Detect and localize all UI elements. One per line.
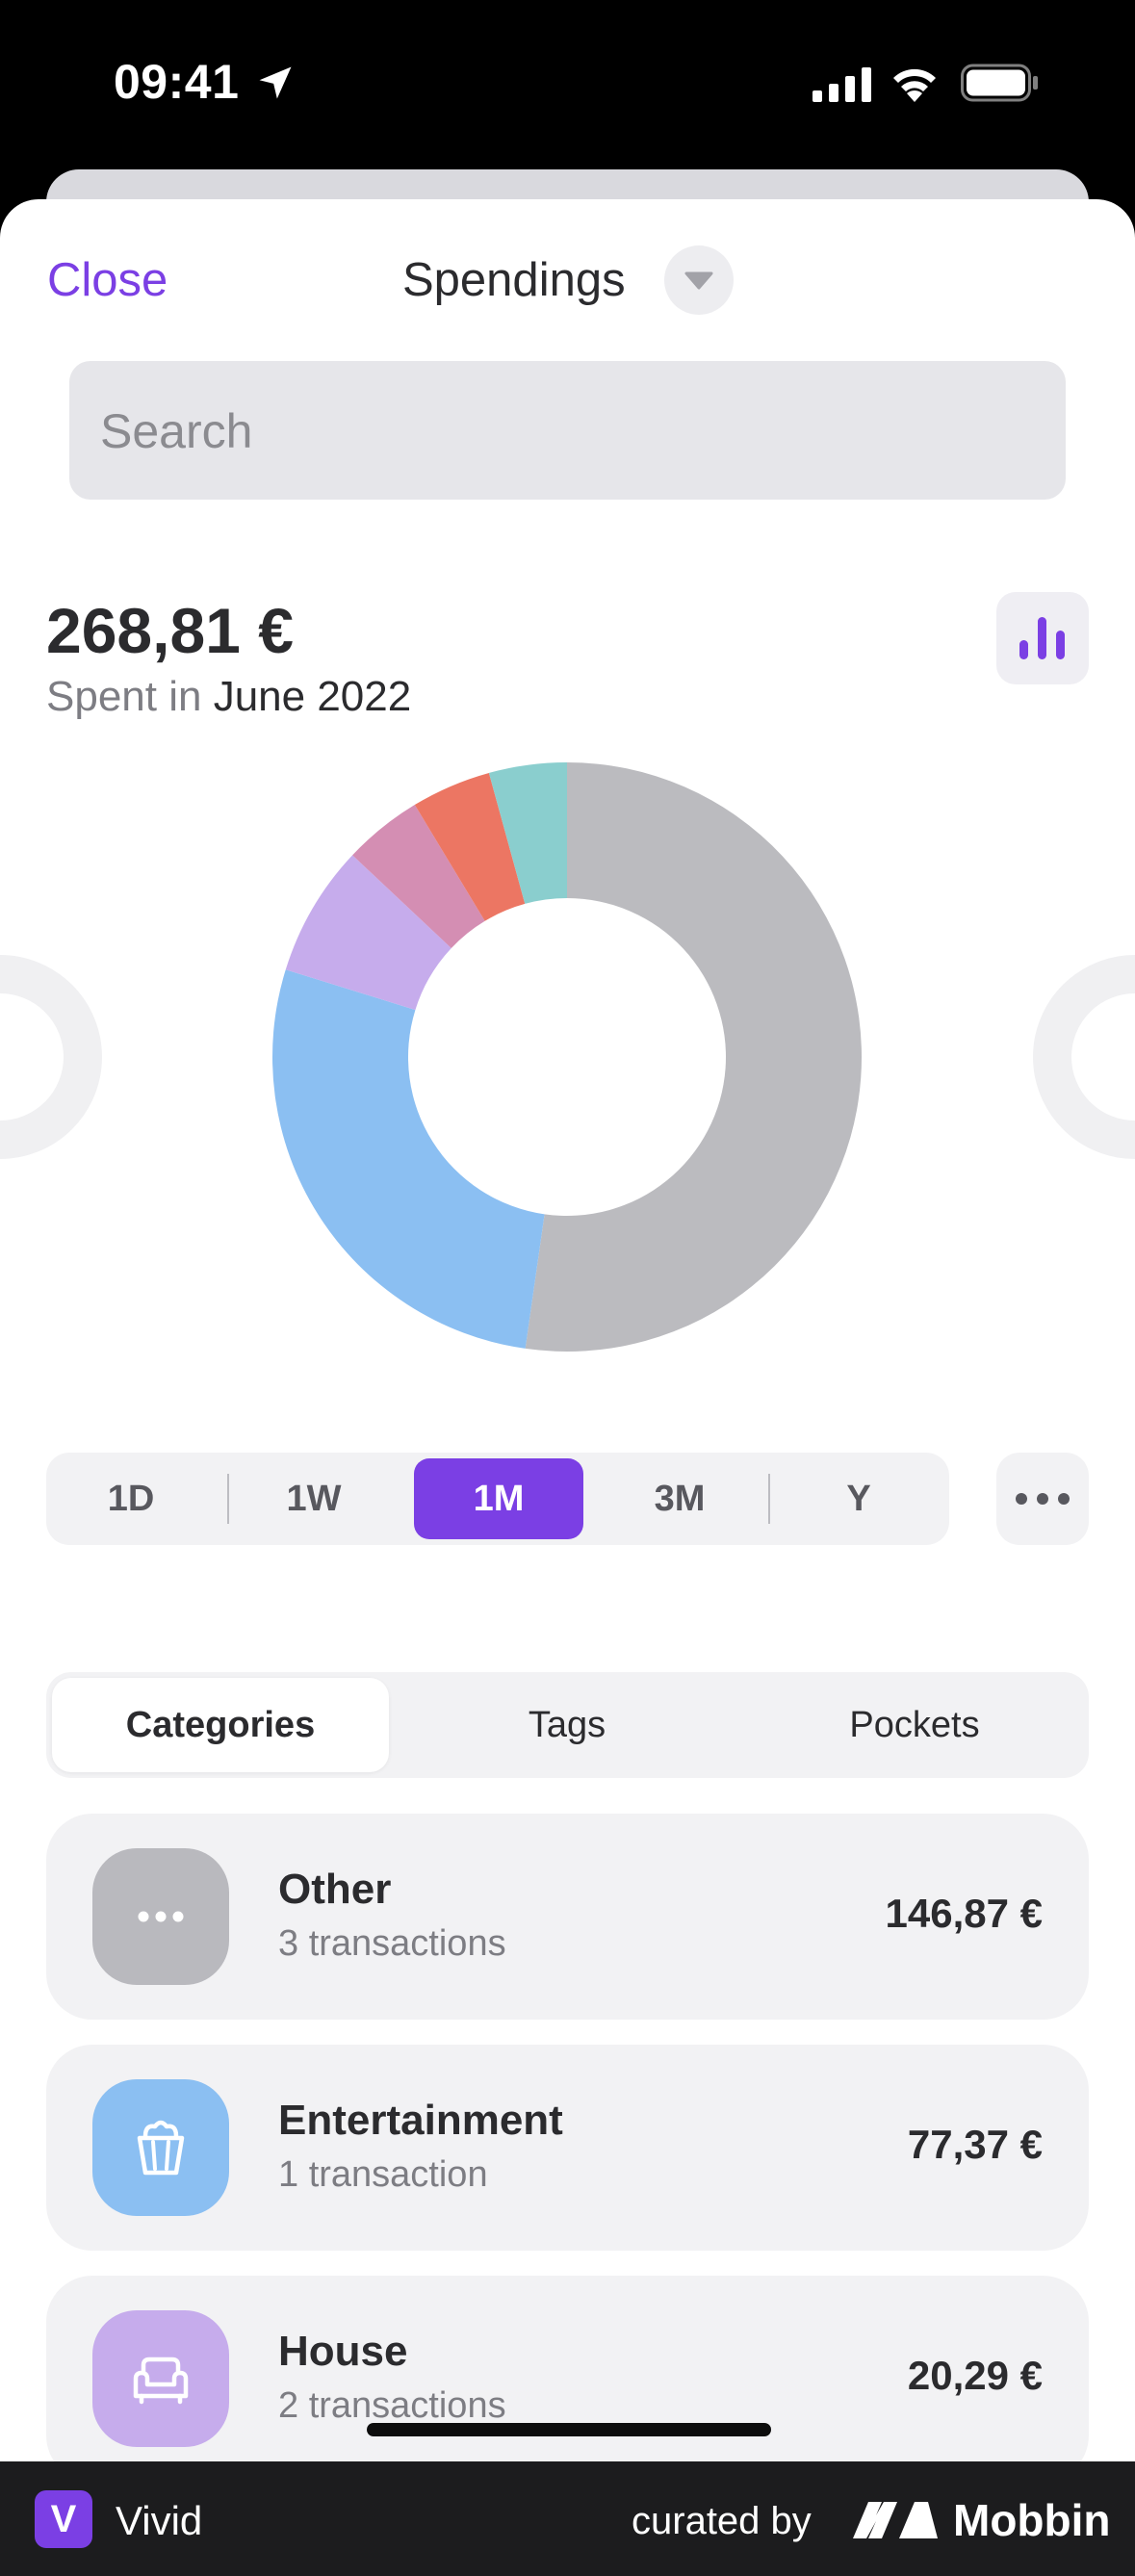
popcorn-icon	[137, 2120, 185, 2176]
wifi-icon	[893, 68, 936, 102]
bar-chart-icon	[1019, 617, 1065, 659]
more-options-button[interactable]	[996, 1453, 1089, 1545]
range-option-1w[interactable]: 1W	[229, 1453, 399, 1545]
battery-icon	[961, 64, 1038, 102]
app-name: Vivid	[116, 2498, 203, 2543]
category-amount: 20,29 €	[907, 2353, 1043, 2398]
spendings-sheet: Close Spendings Search 268,81 € Spent in…	[0, 199, 1135, 2461]
previous-period-chart-edge[interactable]	[0, 955, 102, 1159]
search-placeholder: Search	[100, 404, 253, 458]
category-amount: 77,37 €	[907, 2122, 1043, 2167]
tab-categories[interactable]: Categories	[52, 1678, 389, 1772]
spent-prefix: Spent in	[46, 673, 202, 720]
category-amount: 146,87 €	[885, 1891, 1044, 1936]
category-row-entertainment[interactable]: Entertainment 1 transaction 77,37 €	[46, 2045, 1089, 2251]
total-spent-amount: 268,81 €	[46, 595, 294, 666]
category-name: Entertainment	[278, 2097, 563, 2144]
range-option-1d[interactable]: 1D	[46, 1453, 216, 1545]
category-row-other[interactable]: Other 3 transactions 146,87 €	[46, 1814, 1089, 2020]
ellipsis-icon	[1016, 1493, 1070, 1505]
attribution-footer: V Vivid curated by Mobbin	[0, 2461, 1135, 2576]
donut-slice-entertainment[interactable]	[271, 969, 545, 1349]
next-period-chart-edge[interactable]	[1033, 955, 1135, 1159]
category-transactions: 2 transactions	[278, 2385, 506, 2426]
period-label[interactable]: June 2022	[214, 673, 412, 720]
category-name: House	[278, 2328, 408, 2375]
title-dropdown-button[interactable]	[664, 245, 734, 315]
grouping-tabs: Categories Tags Pockets	[46, 1672, 1089, 1778]
range-option-y[interactable]: Y	[774, 1453, 943, 1545]
tab-pockets[interactable]: Pockets	[746, 1672, 1083, 1778]
spending-donut-chart[interactable]	[0, 738, 1135, 1393]
location-arrow-icon	[259, 66, 292, 99]
category-icon-house	[92, 2310, 229, 2447]
category-icon-entertainment	[92, 2079, 229, 2216]
range-option-1m[interactable]: 1M	[414, 1458, 583, 1539]
category-transactions: 1 transaction	[278, 2154, 488, 2195]
time-range-selector: 1D 1W 1M 3M Y	[46, 1453, 949, 1545]
range-divider	[768, 1474, 770, 1524]
page-title[interactable]: Spendings	[402, 253, 626, 307]
range-option-3m[interactable]: 3M	[595, 1453, 764, 1545]
caret-down-icon	[684, 271, 713, 290]
more-icon	[138, 1911, 184, 1922]
mobbin-logo-icon	[853, 2502, 938, 2538]
status-time: 09:41	[114, 55, 240, 109]
category-icon-other	[92, 1848, 229, 1985]
sofa-icon	[133, 2357, 189, 2405]
search-input[interactable]: Search	[69, 361, 1066, 500]
close-button[interactable]: Close	[47, 253, 168, 307]
donut-slice-other[interactable]	[525, 762, 862, 1352]
home-indicator[interactable]	[367, 2423, 771, 2436]
cellular-signal-icon	[813, 67, 871, 102]
vivid-logo: V	[35, 2490, 92, 2548]
category-name: Other	[278, 1866, 392, 1913]
curated-by-label: curated by	[632, 2500, 812, 2542]
tab-tags[interactable]: Tags	[399, 1672, 735, 1778]
chart-view-toggle-button[interactable]	[996, 592, 1089, 684]
status-bar: 09:41	[0, 0, 1135, 168]
spent-period: Spent in June 2022	[46, 673, 411, 721]
mobbin-brand: Mobbin	[953, 2495, 1111, 2545]
category-transactions: 3 transactions	[278, 1923, 506, 1964]
